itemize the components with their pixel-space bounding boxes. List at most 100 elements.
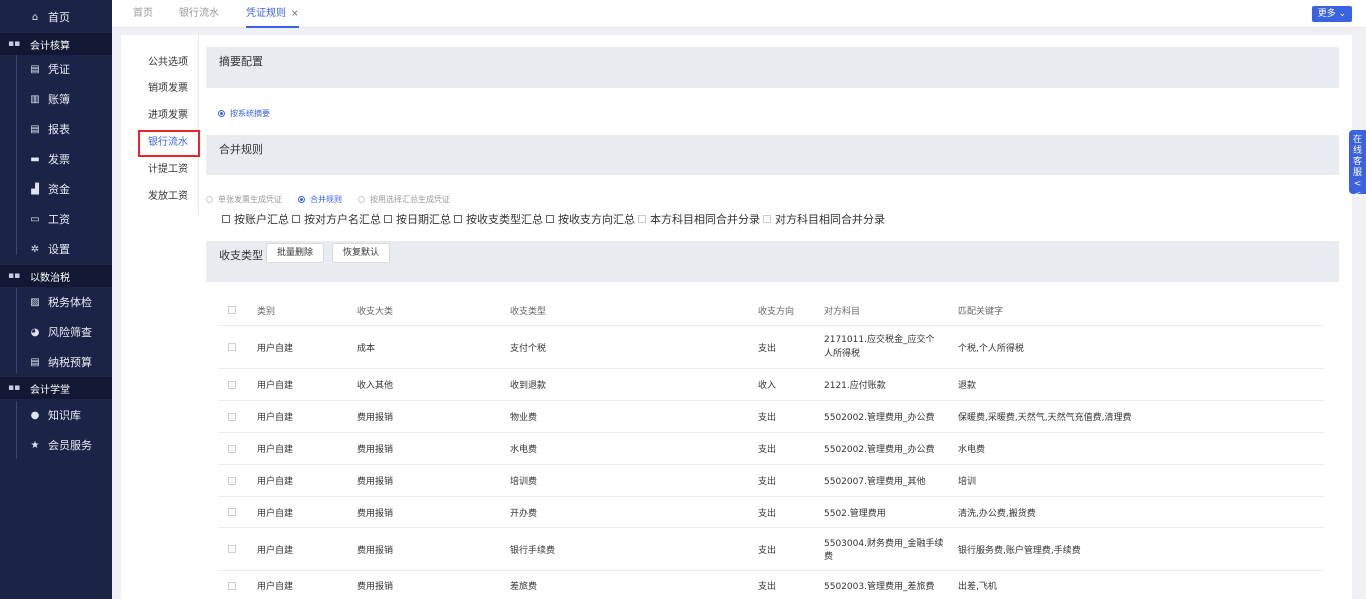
table-row[interactable]: 用户自建 费用报销 开办费 支出 5502.管理费用 清洗,办公费,搬货费 (218, 497, 1325, 528)
sidebar-section-9[interactable]: ▪▪ 以数治税 (0, 265, 112, 287)
table-cell: 收入 (758, 381, 777, 391)
table-cell: 5502.管理费用 (824, 508, 886, 519)
row-checkbox[interactable] (228, 528, 236, 570)
subnav-item-4[interactable]: 计提工资 (121, 159, 199, 181)
more-button[interactable]: 更多 ⌄ (1312, 6, 1352, 22)
row-checkbox[interactable] (228, 433, 236, 464)
checkup-icon: ▨ (30, 296, 40, 308)
sidebar-tree-line (16, 288, 17, 373)
table-cell: 出差,飞机 (958, 582, 997, 592)
merge-radio-1[interactable]: 合并规则 (298, 194, 342, 205)
select-all-checkbox[interactable] (228, 295, 236, 325)
grid-icon: ▪▪ (8, 39, 21, 49)
scrollbar[interactable] (1360, 28, 1366, 599)
batch-delete-button[interactable]: 批量删除 (266, 243, 325, 263)
tab-home[interactable]: 首页 (133, 0, 153, 28)
table-row[interactable]: 用户自建 费用报销 培训费 支出 5502007.管理费用_其他 培训 (218, 465, 1325, 497)
subnav-item-1[interactable]: 销项发票 (121, 78, 199, 100)
tab-bar: 首页 银行流水 凭证规则 × 更多 ⌄ (112, 0, 1366, 28)
checkbox-icon (228, 476, 236, 485)
table-row[interactable]: 用户自建 费用报销 物业费 支出 5502002.管理费用_办公费 保暖费,采暖费,天然气… (218, 401, 1325, 433)
table-row[interactable]: 用户自建 收入其他 收到退款 收入 2121.应付账款 退款 (218, 369, 1325, 401)
sidebar-section-13[interactable]: ▪▪ 会计学堂 (0, 377, 112, 399)
table-cell: 费用报销 (357, 445, 394, 455)
sidebar-section-1[interactable]: ▪▪ 会计核算 (0, 33, 112, 55)
table-cell: 支出 (758, 413, 777, 423)
table-row[interactable]: 用户自建 费用报销 差旅费 支出 5502003.管理费用_差旅费 出差,飞机 (218, 571, 1325, 599)
checkbox-icon (228, 545, 236, 553)
sidebar-tree-line (16, 55, 17, 255)
row-checkbox[interactable] (228, 369, 236, 400)
table-cell: 收到退款 (510, 381, 547, 391)
tab-label: 首页 (133, 8, 153, 19)
table-cell: 支出 (758, 508, 777, 519)
sidebar-item-0[interactable]: ⌂ 首页 (0, 3, 112, 31)
table-cell: 用户自建 (257, 381, 294, 391)
check-label: 对方科目相同合并分录 (775, 213, 885, 226)
merge-radio-group: 单张发票生成凭证 合并规则 按用选择汇总生成凭证 (206, 193, 466, 206)
online-service-tab[interactable]: 在线客服 << (1349, 130, 1366, 200)
checkbox-icon (228, 343, 236, 351)
restore-default-button[interactable]: 恢复默认 (332, 243, 391, 263)
check-label: 按收支方向汇总 (558, 213, 635, 226)
row-checkbox[interactable] (228, 571, 236, 599)
sidebar-tree-line (16, 401, 17, 459)
sidebar-item-label: 资金 (48, 183, 70, 196)
radio-label: 按系统摘要 (230, 109, 270, 118)
row-checkbox[interactable] (228, 465, 236, 496)
close-icon[interactable]: × (291, 9, 299, 19)
table-cell: 费用报销 (357, 477, 394, 487)
merge-check-4[interactable]: 按收支方向汇总 (546, 211, 635, 227)
merge-check-5[interactable]: 本方科目相同合并分录 (638, 211, 760, 227)
table-row[interactable]: 用户自建 费用报销 水电费 支出 5502002.管理费用_办公费 水电费 (218, 433, 1325, 465)
table-cell: 5502003.管理费用_差旅费 (824, 582, 935, 592)
summary-config-title: 摘要配置 (219, 55, 263, 68)
column-header: 匹配关键字 (958, 306, 1004, 317)
budget-icon: ▤ (30, 356, 40, 368)
merge-radio-2[interactable]: 按用选择汇总生成凭证 (358, 194, 450, 205)
row-checkbox[interactable] (228, 401, 236, 432)
merge-check-1[interactable]: 按对方户名汇总 (292, 211, 381, 227)
column-header: 收支类型 (510, 306, 547, 317)
star-icon: ★ (30, 439, 40, 451)
invoice-icon: ▬ (30, 153, 40, 165)
table-cell: 用户自建 (257, 477, 294, 487)
voucher-icon: ▤ (30, 63, 40, 75)
sidebar-item-label: 以数治税 (30, 272, 70, 284)
merge-radio-0[interactable]: 单张发票生成凭证 (206, 194, 282, 205)
merge-check-3[interactable]: 按收支类型汇总 (454, 211, 543, 227)
merge-check-group: 按账户汇总 按对方户名汇总 按日期汇总 按收支类型汇总 按收支方向汇总 本方科目相同合并分… (222, 211, 888, 227)
merge-rules-bar: 合并规则 (206, 135, 1339, 175)
table-cell: 培训 (958, 477, 977, 487)
radio-system-summary[interactable]: 按系统摘要 (218, 108, 270, 119)
merge-check-6[interactable]: 对方科目相同合并分录 (763, 211, 885, 227)
table-cell: 用户自建 (257, 508, 294, 519)
radio-dot-icon (206, 196, 213, 203)
table-cell: 费用报销 (357, 508, 394, 519)
types-title: 收支类型 (219, 249, 263, 262)
table-cell: 费用报销 (357, 545, 394, 556)
merge-check-2[interactable]: 按日期汇总 (384, 211, 451, 227)
radio-dot-icon (218, 110, 225, 117)
table-cell: 用户自建 (257, 413, 294, 423)
table-cell: 费用报销 (357, 413, 394, 423)
subnav-item-5[interactable]: 发放工资 (121, 186, 199, 208)
summary-config-bar: 摘要配置 (206, 47, 1339, 88)
row-checkbox[interactable] (228, 326, 236, 368)
subnav-item-0[interactable]: 公共选项 (121, 52, 199, 74)
merge-check-0[interactable]: 按账户汇总 (222, 211, 289, 227)
row-checkbox[interactable] (228, 497, 236, 527)
table-row[interactable]: 用户自建 费用报销 银行手续费 支出 5503004.财务费用_金融手续费 银行服务费,账… (218, 528, 1325, 571)
column-header: 对方科目 (824, 306, 861, 317)
checkbox-icon (228, 581, 236, 590)
table-row[interactable]: 用户自建 成本 支付个税 支出 2171011.应交税金_应交个人所得税 个税,个人所得税 (218, 326, 1325, 369)
subnav-item-2[interactable]: 进项发票 (121, 105, 199, 127)
sidebar-item-label: 纳税预算 (48, 356, 92, 369)
tab-bank-statement[interactable]: 银行流水 (179, 0, 219, 28)
check-label: 按对方户名汇总 (304, 213, 381, 226)
tab-voucher-rules[interactable]: 凭证规则 × (246, 0, 299, 28)
table-cell: 支出 (758, 545, 777, 556)
sidebar-item-label: 首页 (48, 11, 70, 24)
table-cell: 支付个税 (510, 343, 547, 354)
table-cell: 培训费 (510, 477, 538, 487)
